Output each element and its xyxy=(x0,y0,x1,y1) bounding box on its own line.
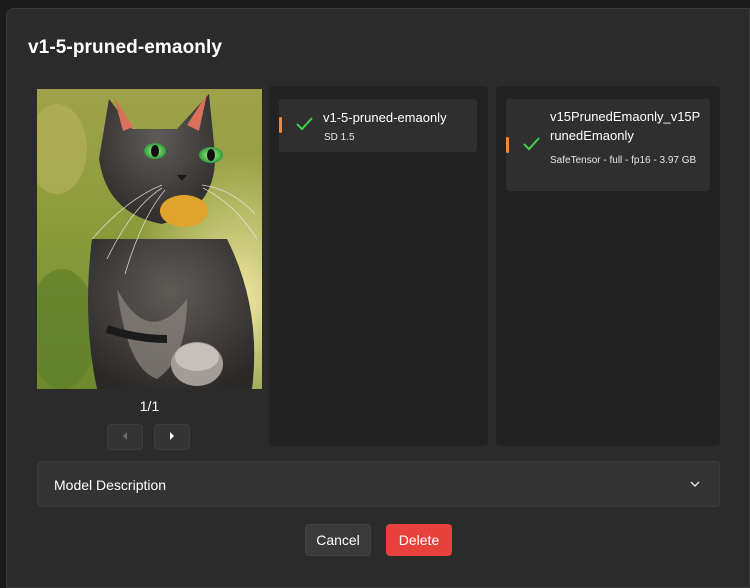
selection-indicator xyxy=(506,137,509,153)
next-image-button[interactable] xyxy=(154,424,190,450)
dialog-title: v1-5-pruned-emaonly xyxy=(28,37,223,58)
model-file-name: v15PrunedEmaonly_v15PrunedEmaonly xyxy=(550,109,701,143)
model-version-card[interactable]: v1-5-pruned-emaonly SD 1.5 xyxy=(279,99,477,152)
model-base-model: SD 1.5 xyxy=(324,132,355,143)
caret-right-icon xyxy=(168,428,176,446)
model-file-details: SafeTensor - full - fp16 - 3.97 GB xyxy=(550,155,697,166)
model-preview-image xyxy=(37,89,262,389)
model-version-name: v1-5-pruned-emaonly xyxy=(323,110,447,125)
check-icon xyxy=(295,116,314,136)
preview-pager: 1/1 xyxy=(139,398,160,414)
model-file-card[interactable]: v15PrunedEmaonly_v15PrunedEmaonly SafeTe… xyxy=(506,99,710,191)
previous-image-button[interactable] xyxy=(107,424,143,450)
caret-left-icon xyxy=(121,428,129,446)
model-description-accordion[interactable]: Model Description xyxy=(37,461,720,507)
delete-button[interactable]: Delete xyxy=(386,524,452,556)
chevron-down-icon xyxy=(689,477,701,495)
model-description-label: Model Description xyxy=(54,477,167,493)
model-file-panel: v15PrunedEmaonly_v15PrunedEmaonly SafeTe… xyxy=(496,86,720,446)
model-dialog: v1-5-pruned-emaonly 1/1 v1-5-pruned-emao… xyxy=(6,8,750,588)
cancel-button[interactable]: Cancel xyxy=(305,524,371,556)
model-version-panel: v1-5-pruned-emaonly SD 1.5 xyxy=(269,86,488,446)
check-icon xyxy=(522,136,541,156)
selection-indicator xyxy=(279,117,282,133)
